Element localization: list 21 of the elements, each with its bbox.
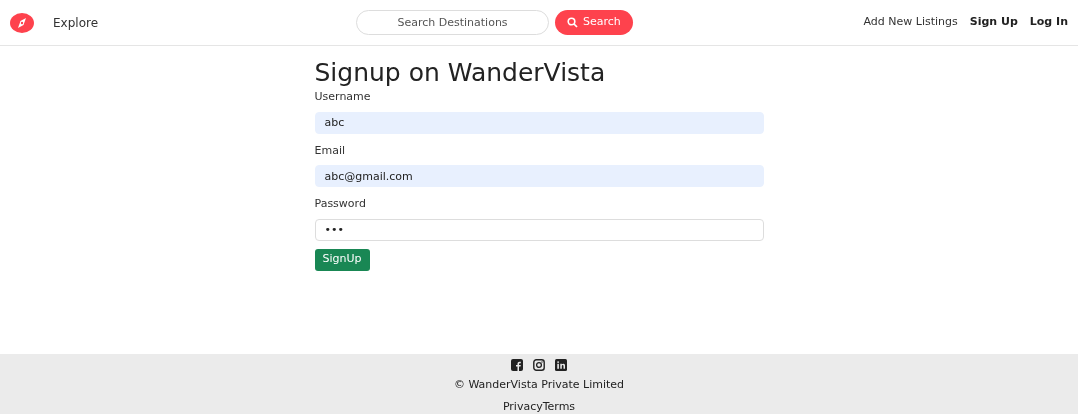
nav-link[interactable]: Sign Up [969,14,1018,31]
linkedin-icon[interactable] [555,359,567,371]
search-field[interactable]: Search Destinations [356,10,550,35]
compass-icon[interactable] [10,12,34,33]
input-field[interactable]: abc [314,111,764,134]
input-field[interactable]: abc@gmail.com [314,165,764,187]
nav-link[interactable]: Add New Listings [863,14,958,31]
field-label: Email [314,142,347,159]
field-label: Username [314,89,372,105]
nav-link[interactable]: Log In [1029,14,1068,31]
search-icon [567,17,579,28]
footer-link[interactable]: Terms [542,398,576,414]
explore-link[interactable]: Explore [53,13,99,32]
field-label: Password [314,196,367,212]
instagram-icon[interactable] [533,359,545,371]
input-field[interactable]: ••• [314,218,764,241]
page-title: Signup on WanderVista [314,58,607,88]
facebook-icon[interactable] [511,359,523,371]
signup-button[interactable]: SignUp [314,248,370,271]
footer-link[interactable]: Privacy [502,398,543,414]
copyright-text: © WanderVista Private Limited [453,377,625,393]
